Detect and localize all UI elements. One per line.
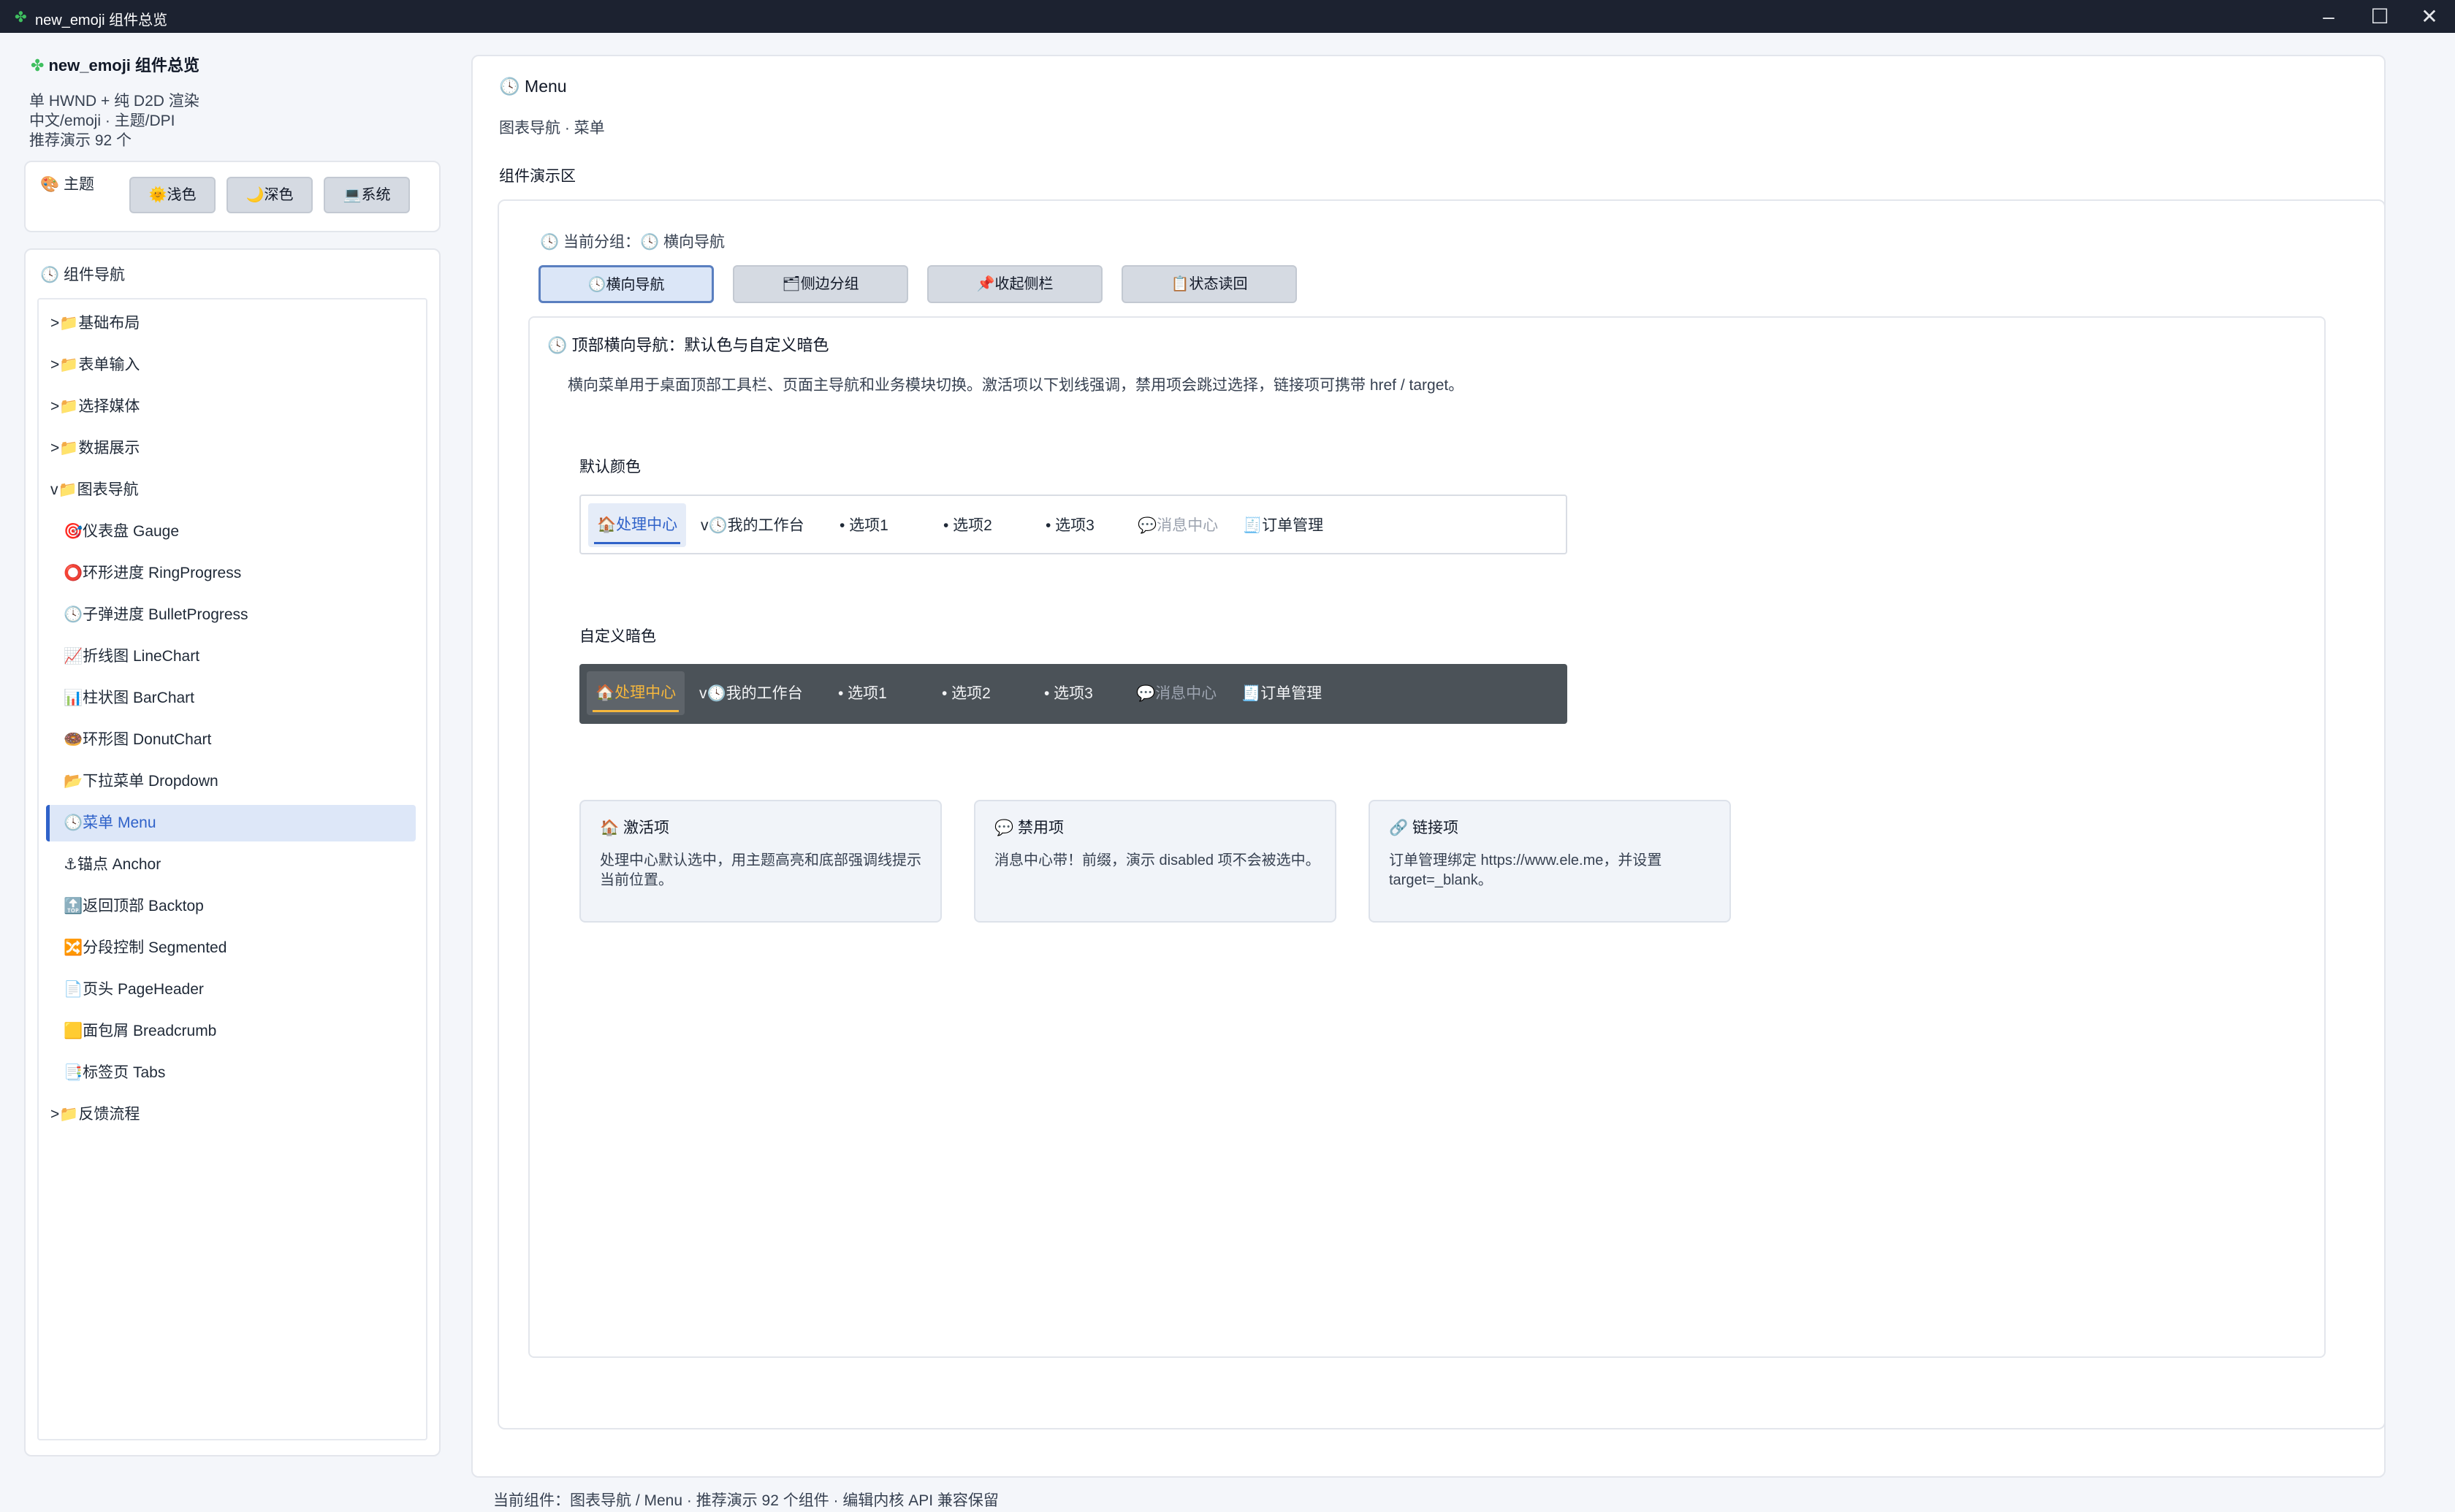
nav-tree: >📁基础布局 >📁表单输入 >📁选择媒体 >📁数据展示 v📁图表导航 🎯仪表盘 …: [37, 298, 427, 1440]
info-card-desc: 订单管理绑定 https://www.ele.me，并设置 target=_bl…: [1389, 852, 1662, 888]
section-description: 横向菜单用于桌面顶部工具栏、页面主导航和业务模块切换。激活项以下划线强调，禁用项…: [568, 377, 1464, 394]
nav-item-line-chart[interactable]: 📈折线图 LineChart: [39, 638, 419, 675]
title-bar: ✤ new_emoji 组件总览 – ☐ ✕: [0, 0, 2455, 33]
app-title-text: new_emoji 组件总览: [48, 56, 200, 75]
tab-collapse-sidebar[interactable]: 📌收起侧栏: [927, 265, 1103, 303]
current-group: 🕓 当前分组：🕓 横向导航: [540, 230, 725, 252]
section-panel: 🕓 顶部横向导航：默认色与自定义暗色 横向菜单用于桌面顶部工具栏、页面主导航和业…: [528, 316, 2326, 1358]
clock-icon: 🕓: [547, 336, 568, 354]
tab-state-readback[interactable]: 📋状态读回: [1122, 265, 1297, 303]
chat-icon: 💬: [994, 820, 1014, 836]
current-group-text: 当前分组：🕓 横向导航: [563, 234, 725, 251]
nav-label-text: 组件导航: [64, 267, 125, 283]
desc-line: 推荐演示 92 个: [29, 132, 132, 149]
info-card-disabled: 💬 禁用项 消息中心带！前缀，演示 disabled 项不会被选中。: [974, 800, 1336, 923]
theme-label-text: 主题: [64, 176, 94, 193]
info-card-title: 💬 禁用项: [994, 816, 1064, 838]
status-bar: 当前组件：图表导航 / Menu · 推荐演示 92 个组件 · 编辑内核 AP…: [493, 1492, 999, 1509]
home-icon: 🏠: [600, 820, 620, 836]
nav-group-feedback-flow[interactable]: >📁反馈流程: [39, 1096, 419, 1133]
nav-item-segmented[interactable]: 🔀分段控制 Segmented: [39, 930, 419, 966]
nav-item-ring-progress[interactable]: ⭕环形进度 RingProgress: [39, 555, 419, 592]
info-card-link: 🔗 链接项 订单管理绑定 https://www.ele.me，并设置 targ…: [1369, 800, 1731, 923]
demo-area: 🕓 当前分组：🕓 横向导航 🕓横向导航 🗂侧边分组 📌收起侧栏 📋状态读回 🕓 …: [498, 199, 2386, 1429]
nav-item-bar-chart[interactable]: 📊柱状图 BarChart: [39, 680, 419, 717]
nav-item-menu[interactable]: 🕓菜单 Menu: [46, 805, 416, 841]
info-card-desc: 处理中心默认选中，用主题高亮和底部强调线提示当前位置。: [600, 852, 921, 888]
palette-icon: 🎨: [40, 176, 60, 193]
minimize-button[interactable]: –: [2303, 0, 2354, 33]
clover-icon: ✤: [15, 9, 27, 26]
menu-item-order-management[interactable]: 🧾订单管理: [1241, 664, 1322, 724]
page-title-text: Menu: [525, 77, 567, 96]
breadcrumb: 图表导航 · 菜单: [499, 120, 605, 137]
theme-light-button[interactable]: 🌞浅色: [129, 177, 216, 213]
menu-item-processing-center[interactable]: 🏠处理中心: [587, 671, 685, 715]
menu-item-workbench[interactable]: v🕓我的工作台: [699, 664, 803, 724]
app-title: ✤ new_emoji 组件总览: [31, 53, 199, 76]
theme-system-button[interactable]: 💻系统: [324, 177, 410, 213]
page-title: 🕓 Menu: [499, 77, 567, 96]
nav-group-data-display[interactable]: >📁数据展示: [39, 430, 419, 467]
nav-group-basic-layout[interactable]: >📁基础布局: [39, 305, 419, 342]
info-card-desc: 消息中心带！前缀，演示 disabled 项不会被选中。: [994, 852, 1320, 868]
nav-item-gauge[interactable]: 🎯仪表盘 Gauge: [39, 513, 419, 550]
maximize-button[interactable]: ☐: [2354, 0, 2405, 33]
desc-line: 单 HWND + 纯 D2D 渲染: [29, 93, 199, 110]
nav-item-backtop[interactable]: 🔝返回顶部 Backtop: [39, 888, 419, 925]
nav-item-donut-chart[interactable]: 🍩环形图 DonutChart: [39, 722, 419, 758]
nav-item-anchor[interactable]: ⚓锚点 Anchor: [39, 847, 419, 883]
clock-icon: 🕓: [40, 267, 60, 283]
window-title: new_emoji 组件总览: [35, 12, 168, 28]
nav-item-breadcrumb[interactable]: 🟨面包屑 Breadcrumb: [39, 1013, 419, 1050]
section-title-text: 顶部横向导航：默认色与自定义暗色: [571, 336, 829, 354]
menu-item-option3[interactable]: • 选项3: [1046, 496, 1095, 556]
menu-item-option2[interactable]: • 选项2: [942, 664, 991, 724]
demo-area-label: 组件演示区: [499, 168, 576, 185]
nav-item-dropdown[interactable]: 📂下拉菜单 Dropdown: [39, 763, 419, 800]
info-card-active: 🏠 激活项 处理中心默认选中，用主题高亮和底部强调线提示当前位置。: [579, 800, 942, 923]
app-description: 单 HWND + 纯 D2D 渲染 中文/emoji · 主题/DPI 推荐演示…: [29, 91, 199, 150]
info-card-title-text: 激活项: [623, 820, 669, 836]
theme-panel: 🎨 主题 🌞浅色 🌙深色 💻系统: [24, 161, 441, 232]
nav-group-select-media[interactable]: >📁选择媒体: [39, 389, 419, 425]
tab-horizontal-nav[interactable]: 🕓横向导航: [538, 265, 714, 303]
nav-item-tabs[interactable]: 📑标签页 Tabs: [39, 1055, 419, 1091]
menu-item-processing-center[interactable]: 🏠处理中心: [588, 503, 687, 547]
menu-item-order-management[interactable]: 🧾订单管理: [1243, 496, 1323, 556]
theme-dark-button[interactable]: 🌙深色: [227, 177, 313, 213]
info-card-title-text: 链接项: [1412, 820, 1458, 836]
nav-group-chart-nav[interactable]: v📁图表导航: [39, 472, 419, 508]
link-icon: 🔗: [1389, 820, 1409, 836]
menu-dark: 🏠处理中心 v🕓我的工作台 • 选项1 • 选项2 • 选项3 💬消息中心 🧾订…: [579, 664, 1567, 724]
close-button[interactable]: ✕: [2404, 0, 2455, 33]
clock-icon: 🕓: [540, 234, 560, 251]
component-nav-panel: 🕓 组件导航 >📁基础布局 >📁表单输入 >📁选择媒体 >📁数据展示 v📁图表导…: [24, 248, 441, 1456]
nav-label: 🕓 组件导航: [40, 263, 125, 285]
nav-group-form-input[interactable]: >📁表单输入: [39, 347, 419, 383]
info-card-title-text: 禁用项: [1018, 820, 1064, 836]
default-color-label: 默认颜色: [579, 459, 641, 476]
info-card-title: 🏠 激活项: [600, 816, 669, 838]
menu-default: 🏠处理中心 v🕓我的工作台 • 选项1 • 选项2 • 选项3 💬消息中心 🧾订…: [579, 495, 1567, 554]
menu-item-option1[interactable]: • 选项1: [838, 664, 887, 724]
dark-color-label: 自定义暗色: [579, 628, 656, 645]
info-card-title: 🔗 链接项: [1389, 816, 1458, 838]
nav-item-page-header[interactable]: 📄页头 PageHeader: [39, 971, 419, 1008]
clover-icon: ✤: [31, 56, 45, 75]
desc-line: 中文/emoji · 主题/DPI: [29, 112, 175, 129]
menu-item-option3[interactable]: • 选项3: [1044, 664, 1093, 724]
section-title: 🕓 顶部横向导航：默认色与自定义暗色: [547, 332, 829, 356]
menu-item-message-center: 💬消息中心: [1138, 517, 1219, 534]
theme-label: 🎨 主题: [40, 172, 94, 194]
clock-icon: 🕓: [499, 77, 520, 96]
nav-item-bullet-progress[interactable]: 🕓子弹进度 BulletProgress: [39, 597, 419, 633]
menu-item-option2[interactable]: • 选项2: [943, 496, 992, 556]
menu-item-workbench[interactable]: v🕓我的工作台: [701, 496, 804, 556]
menu-item-message-center: 💬消息中心: [1136, 685, 1217, 702]
tab-side-group[interactable]: 🗂侧边分组: [733, 265, 908, 303]
menu-item-option1[interactable]: • 选项1: [840, 496, 888, 556]
main-panel: 🕓 Menu 图表导航 · 菜单 组件演示区 🕓 当前分组：🕓 横向导航 🕓横向…: [471, 55, 2386, 1478]
